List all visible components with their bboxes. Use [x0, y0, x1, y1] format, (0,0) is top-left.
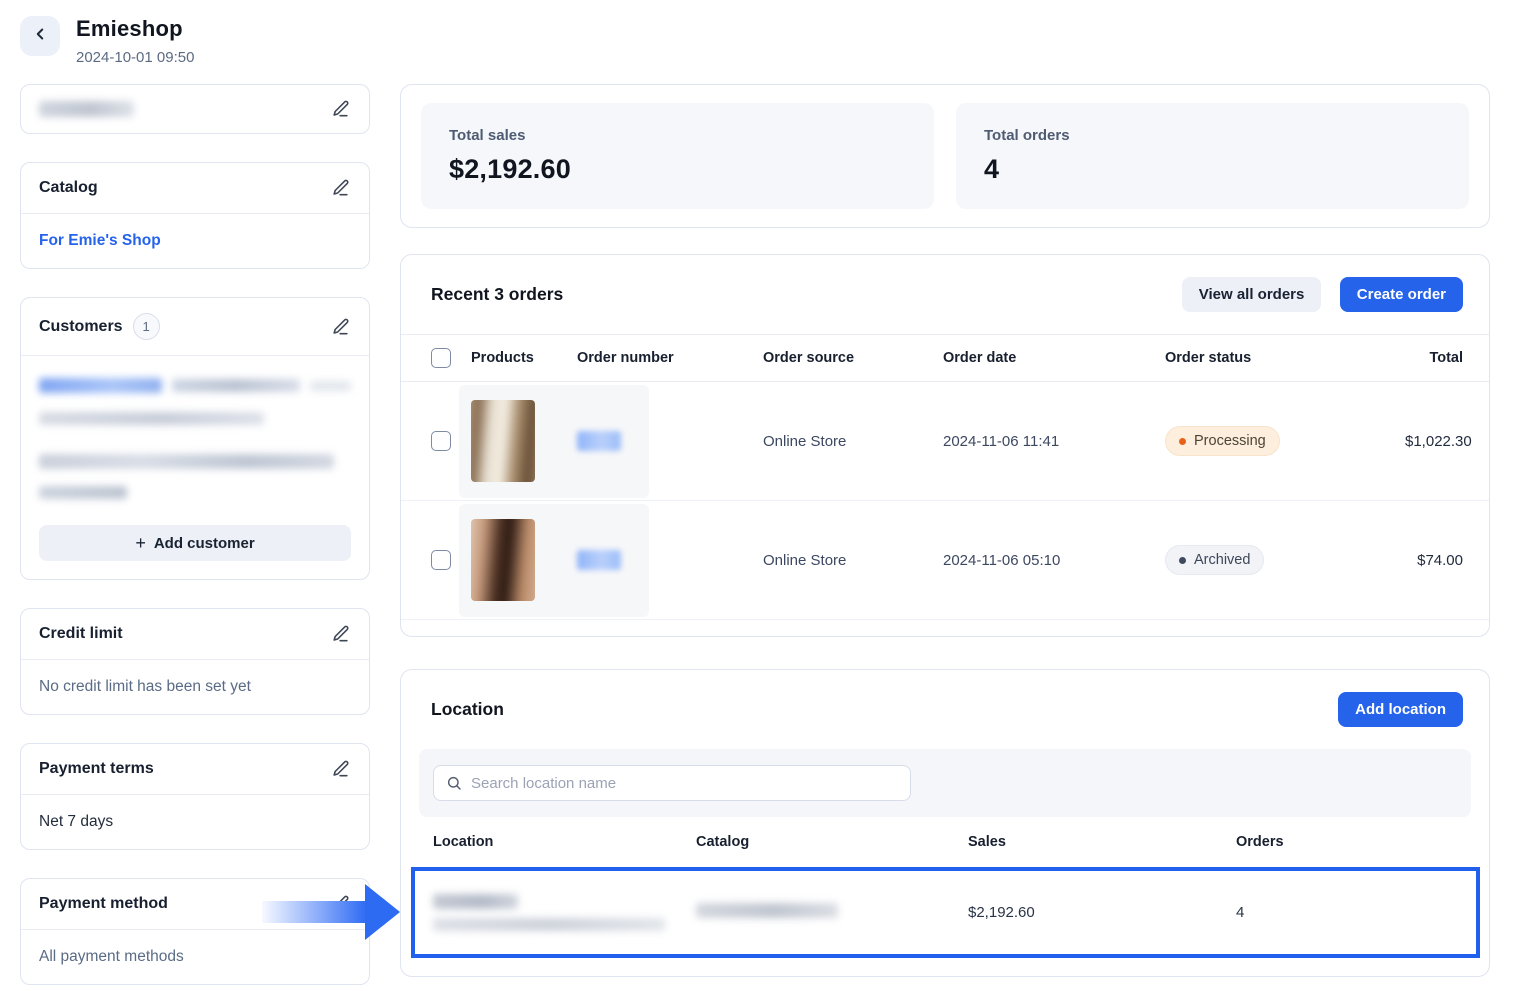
recent-orders-card: Recent 3 orders View all orders Create o…: [400, 254, 1490, 637]
order-source: Online Store: [763, 433, 943, 450]
add-customer-button[interactable]: + Add customer: [39, 525, 351, 561]
status-badge: Archived: [1165, 545, 1264, 575]
customers-count-badge: 1: [133, 313, 160, 340]
credit-limit-card: Credit limit No credit limit has been se…: [20, 608, 370, 715]
row-checkbox[interactable]: [431, 550, 451, 570]
redacted-location-address: [433, 918, 665, 931]
location-orders: 4: [1236, 904, 1468, 921]
edit-catalog-icon[interactable]: [331, 178, 351, 198]
plus-icon: +: [135, 534, 146, 552]
location-card: Location Add location Location Catalog S…: [400, 669, 1490, 977]
edit-credit-limit-icon[interactable]: [331, 624, 351, 644]
redacted-customer-name: [39, 378, 162, 393]
orders-table-header: Products Order number Order source Order…: [401, 334, 1489, 382]
page-header: Emieshop 2024-10-01 09:50: [0, 0, 1534, 66]
company-name-card: [20, 84, 370, 134]
total-orders-stat: Total orders 4: [956, 103, 1469, 209]
payment-method-value: All payment methods: [21, 929, 369, 984]
order-total: $74.00: [1405, 552, 1463, 569]
redacted-location-catalog: [696, 903, 838, 918]
order-date: 2024-11-06 05:10: [943, 552, 1165, 569]
sidebar: Catalog For Emie's Shop Customers 1: [20, 84, 370, 985]
order-date: 2024-11-06 11:41: [943, 433, 1165, 450]
redacted-order-number-link[interactable]: [577, 431, 621, 451]
col-order-status: Order status: [1165, 350, 1405, 366]
col-sales: Sales: [968, 834, 1236, 850]
back-button[interactable]: [20, 16, 60, 56]
total-orders-label: Total orders: [984, 127, 1441, 144]
location-title: Location: [431, 699, 504, 720]
add-location-button[interactable]: Add location: [1338, 692, 1463, 727]
payment-method-card: Payment method All payment methods: [20, 878, 370, 985]
col-order-date: Order date: [943, 350, 1165, 366]
location-sales: $2,192.60: [968, 904, 1236, 921]
catalog-link[interactable]: For Emie's Shop: [39, 232, 161, 249]
edit-payment-method-icon[interactable]: [331, 894, 351, 914]
customer-detail-page: Emieshop 2024-10-01 09:50 Catalog: [0, 0, 1534, 991]
redacted-order-number-link[interactable]: [577, 550, 621, 570]
redacted-customer-line-3: [39, 454, 334, 469]
status-dot-icon: [1179, 557, 1186, 564]
product-thumbnail: [471, 400, 535, 482]
page-title: Emieshop: [76, 16, 194, 42]
stats-card: Total sales $2,192.60 Total orders 4: [400, 84, 1490, 228]
create-order-button[interactable]: Create order: [1340, 277, 1463, 312]
redacted-location-name: [433, 894, 518, 909]
customers-title: Customers: [39, 318, 123, 336]
catalog-title: Catalog: [39, 179, 98, 197]
total-sales-value: $2,192.60: [449, 154, 906, 185]
redacted-company-name: [39, 101, 134, 117]
location-search-input[interactable]: [471, 775, 898, 792]
catalog-card: Catalog For Emie's Shop: [20, 162, 370, 269]
product-thumbnail: [471, 519, 535, 601]
col-order-number: Order number: [577, 350, 763, 366]
col-orders: Orders: [1236, 834, 1463, 850]
total-orders-value: 4: [984, 154, 1441, 185]
select-all-checkbox[interactable]: [431, 348, 451, 368]
col-products: Products: [471, 350, 577, 366]
edit-payment-terms-icon[interactable]: [331, 759, 351, 779]
order-source: Online Store: [763, 552, 943, 569]
main-panel: Total sales $2,192.60 Total orders 4 Rec…: [400, 84, 1490, 977]
title-block: Emieshop 2024-10-01 09:50: [76, 16, 194, 66]
payment-terms-title: Payment terms: [39, 760, 154, 778]
order-row[interactable]: Online Store 2024-11-06 11:41 Processing…: [401, 382, 1489, 501]
chevron-left-icon: [31, 25, 49, 48]
redacted-customer-line-2: [39, 412, 264, 425]
col-total: Total: [1405, 350, 1463, 366]
created-timestamp: 2024-10-01 09:50: [76, 49, 194, 66]
col-catalog: Catalog: [696, 834, 968, 850]
customers-card: Customers 1: [20, 297, 370, 580]
redacted-customer-info: [172, 379, 300, 392]
credit-limit-title: Credit limit: [39, 625, 123, 643]
location-search-band: [419, 749, 1471, 817]
total-sales-label: Total sales: [449, 127, 906, 144]
payment-terms-card: Payment terms Net 7 days: [20, 743, 370, 850]
location-search-box[interactable]: [433, 765, 911, 801]
status-badge: Processing: [1165, 426, 1280, 456]
search-icon: [446, 775, 462, 791]
edit-company-name-icon[interactable]: [331, 99, 351, 119]
view-all-orders-button[interactable]: View all orders: [1182, 277, 1322, 312]
status-dot-icon: [1179, 438, 1186, 445]
recent-orders-title: Recent 3 orders: [431, 284, 563, 305]
col-order-source: Order source: [763, 350, 943, 366]
redacted-customer-tag: [310, 381, 351, 391]
credit-limit-value: No credit limit has been set yet: [21, 659, 369, 714]
order-row[interactable]: Online Store 2024-11-06 05:10 Archived $…: [401, 501, 1489, 620]
payment-terms-value: Net 7 days: [21, 794, 369, 849]
location-table-header: Location Catalog Sales Orders: [401, 817, 1489, 867]
payment-method-title: Payment method: [39, 895, 168, 913]
col-location: Location: [433, 834, 696, 850]
order-total: $1,022.30: [1405, 433, 1472, 450]
edit-customers-icon[interactable]: [331, 317, 351, 337]
location-row-highlighted[interactable]: $2,192.60 4: [411, 867, 1480, 958]
row-checkbox[interactable]: [431, 431, 451, 451]
total-sales-stat: Total sales $2,192.60: [421, 103, 934, 209]
redacted-customer-line-4: [39, 486, 127, 499]
